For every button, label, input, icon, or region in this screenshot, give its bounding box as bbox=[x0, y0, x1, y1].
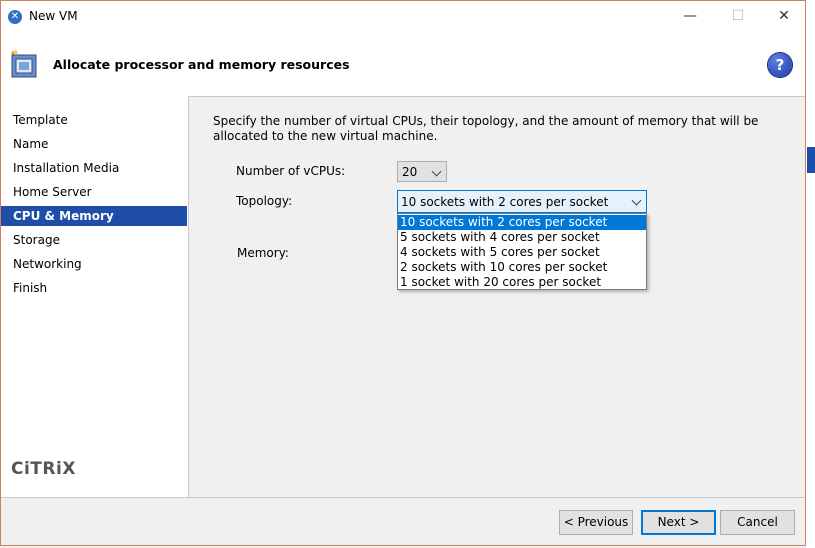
xenserver-app-icon: ✕ bbox=[8, 10, 22, 24]
citrix-logo: CiTRiX bbox=[11, 459, 76, 479]
help-icon[interactable]: ? bbox=[768, 53, 792, 77]
maximize-button[interactable]: ☐ bbox=[715, 1, 761, 32]
topology-option[interactable]: 5 sockets with 4 cores per socket bbox=[398, 230, 646, 245]
sidebar-item-installation-media[interactable]: Installation Media bbox=[1, 158, 187, 178]
vcpus-select[interactable]: 20 bbox=[397, 161, 447, 182]
footer-divider bbox=[1, 497, 805, 498]
topology-value: 10 sockets with 2 cores per socket bbox=[401, 195, 609, 209]
sidebar-item-home-server[interactable]: Home Server bbox=[1, 182, 187, 202]
sidebar-item-name[interactable]: Name bbox=[1, 134, 187, 154]
step-description: Specify the number of virtual CPUs, thei… bbox=[213, 114, 759, 143]
background-window-edge bbox=[806, 0, 815, 548]
topology-dropdown-list: 10 sockets with 2 cores per socket 5 soc… bbox=[397, 213, 647, 290]
sidebar-item-cpu-memory[interactable]: CPU & Memory bbox=[1, 206, 187, 226]
memory-label: Memory: bbox=[237, 246, 289, 260]
sidebar-item-finish[interactable]: Finish bbox=[1, 278, 187, 298]
vcpus-value: 20 bbox=[402, 165, 418, 179]
sidebar-item-template[interactable]: Template bbox=[1, 110, 187, 130]
title-bar: ✕ New VM — ☐ ✕ bbox=[1, 1, 805, 32]
chevron-down-icon bbox=[631, 195, 642, 206]
background-window-accent bbox=[807, 147, 815, 173]
topology-option[interactable]: 1 socket with 20 cores per socket bbox=[398, 275, 646, 290]
wizard-header: Allocate processor and memory resources … bbox=[1, 32, 805, 97]
window-title: New VM bbox=[29, 9, 78, 23]
close-button[interactable]: ✕ bbox=[761, 1, 807, 32]
topology-option[interactable]: 2 sockets with 10 cores per socket bbox=[398, 260, 646, 275]
minimize-button[interactable]: — bbox=[667, 1, 713, 32]
main-content: Specify the number of virtual CPUs, thei… bbox=[189, 96, 806, 497]
cancel-button[interactable]: Cancel bbox=[720, 510, 795, 535]
topology-option[interactable]: 4 sockets with 5 cores per socket bbox=[398, 245, 646, 260]
next-button[interactable]: Next > bbox=[641, 510, 716, 535]
wizard-steps-sidebar: Template Name Installation Media Home Se… bbox=[1, 96, 189, 497]
vcpus-label: Number of vCPUs: bbox=[236, 164, 346, 178]
sidebar-item-storage[interactable]: Storage bbox=[1, 230, 187, 250]
topology-select[interactable]: 10 sockets with 2 cores per socket bbox=[397, 190, 647, 213]
topology-option[interactable]: 10 sockets with 2 cores per socket bbox=[398, 215, 646, 230]
previous-button[interactable]: < Previous bbox=[559, 510, 633, 535]
sidebar-item-networking[interactable]: Networking bbox=[1, 254, 187, 274]
chevron-down-icon bbox=[431, 166, 442, 177]
vm-wizard-icon bbox=[11, 49, 37, 78]
topology-label: Topology: bbox=[236, 194, 293, 208]
new-vm-window: ✕ New VM — ☐ ✕ Allocate processor and me… bbox=[0, 0, 806, 546]
page-title: Allocate processor and memory resources bbox=[53, 57, 350, 72]
